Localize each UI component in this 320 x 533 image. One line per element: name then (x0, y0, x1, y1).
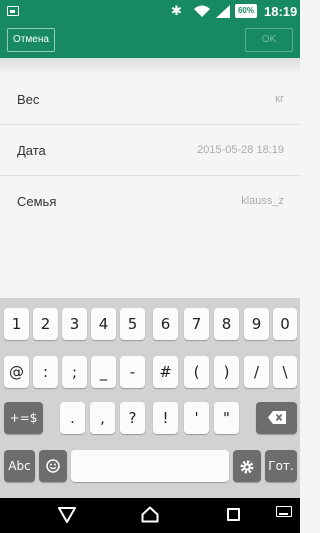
bluetooth-icon: ✱ (171, 3, 182, 18)
key-6[interactable]: 6 (153, 308, 178, 340)
date-field[interactable]: 2015-05-28 18:19 (197, 144, 284, 156)
key-8[interactable]: 8 (214, 308, 239, 340)
gear-icon (240, 460, 254, 474)
recent-apps-icon[interactable] (227, 508, 240, 521)
family-row[interactable]: Семья klauss_z (0, 176, 300, 227)
ok-button[interactable]: OK (245, 28, 293, 52)
home-icon[interactable] (141, 506, 159, 523)
signal-icon (216, 5, 230, 18)
key-hyphen[interactable]: - (120, 356, 145, 388)
key-2[interactable]: 2 (33, 308, 58, 340)
key-open-paren[interactable]: ( (184, 356, 209, 388)
header-shadow (0, 58, 300, 74)
status-bar: ✱ 60% 18:19 (0, 0, 300, 24)
key-at[interactable]: @ (4, 356, 29, 388)
key-semicolon[interactable]: ; (62, 356, 87, 388)
date-label: Дата (17, 143, 46, 158)
key-hash[interactable]: # (153, 356, 178, 388)
keyboard: 1 2 3 4 5 6 7 8 9 0 @ : ; _ - # ( ) / \ … (0, 298, 300, 498)
key-period[interactable]: . (60, 402, 85, 434)
key-apostrophe[interactable]: ' (184, 402, 209, 434)
clock: 18:19 (264, 4, 298, 19)
weight-row[interactable]: Вес кг (0, 74, 300, 125)
backspace-key[interactable] (256, 402, 297, 434)
entry-form: Вес кг Дата 2015-05-28 18:19 Семья klaus… (0, 74, 300, 227)
key-backslash[interactable]: \ (273, 356, 297, 388)
emoji-key[interactable] (39, 450, 67, 482)
family-label: Семья (17, 194, 57, 209)
key-9[interactable]: 9 (244, 308, 269, 340)
key-question[interactable]: ? (120, 402, 145, 434)
backspace-icon (267, 411, 286, 424)
back-icon[interactable] (58, 507, 76, 523)
key-underscore[interactable]: _ (91, 356, 116, 388)
settings-key[interactable] (233, 450, 261, 482)
key-slash[interactable]: / (244, 356, 269, 388)
key-5[interactable]: 5 (120, 308, 145, 340)
abc-key[interactable]: Abc (4, 450, 35, 482)
done-key[interactable]: Гот. (265, 450, 297, 482)
key-7[interactable]: 7 (184, 308, 209, 340)
key-3[interactable]: 3 (62, 308, 87, 340)
space-key[interactable] (71, 450, 229, 482)
key-quote[interactable]: " (214, 402, 239, 434)
keyboard-switch-icon[interactable] (276, 506, 292, 517)
date-row[interactable]: Дата 2015-05-28 18:19 (0, 125, 300, 176)
notification-image-icon (7, 6, 19, 16)
wifi-icon (194, 5, 210, 17)
battery-indicator: 60% (235, 4, 257, 18)
key-0[interactable]: 0 (273, 308, 297, 340)
shift-symbols-key[interactable]: +=$ (4, 402, 43, 434)
smiley-icon (46, 459, 60, 473)
key-close-paren[interactable]: ) (214, 356, 239, 388)
action-bar: Отмена OK (0, 24, 300, 58)
key-comma[interactable]: , (90, 402, 115, 434)
weight-label: Вес (17, 92, 40, 107)
cancel-button[interactable]: Отмена (7, 28, 55, 52)
weight-field[interactable]: кг (275, 93, 284, 105)
key-colon[interactable]: : (33, 356, 58, 388)
key-1[interactable]: 1 (4, 308, 29, 340)
key-exclamation[interactable]: ! (153, 402, 178, 434)
family-field[interactable]: klauss_z (241, 195, 284, 207)
key-4[interactable]: 4 (91, 308, 116, 340)
navigation-bar (0, 498, 300, 533)
